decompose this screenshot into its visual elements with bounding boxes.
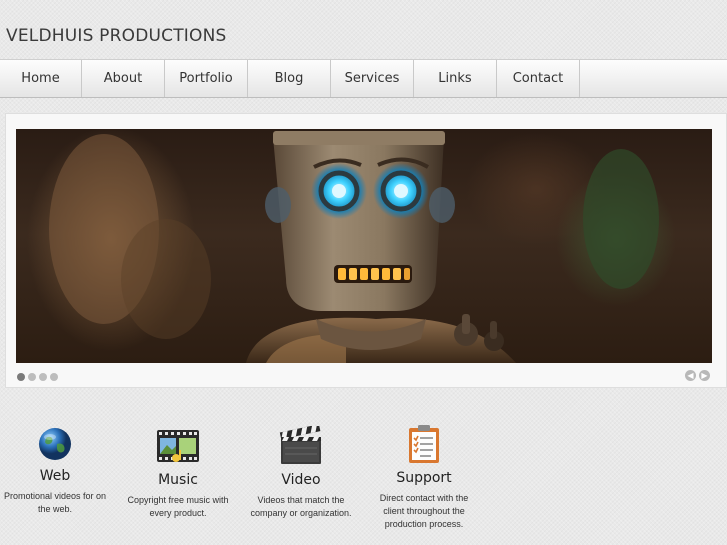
feature-video: Video Videos that match the company or o… <box>241 426 361 520</box>
feature-description: Copyright free music with every product. <box>127 495 229 518</box>
chevron-right-icon[interactable]: ▶ <box>699 370 710 381</box>
site-title: VELDHUIS PRODUCTIONS <box>6 26 227 46</box>
image-slider: ◀ ▶ <box>5 113 727 388</box>
nav-item-home[interactable]: Home <box>0 60 82 97</box>
main-nav: Home About Portfolio Blog Services Links… <box>0 59 727 98</box>
nav-item-about[interactable]: About <box>82 60 165 97</box>
feature-title: Web <box>39 468 71 484</box>
slider-pagination <box>17 373 58 381</box>
robot-illustration <box>49 131 659 363</box>
nav-item-links[interactable]: Links <box>414 60 497 97</box>
feature-support: Support Direct contact with the client t… <box>364 424 484 531</box>
chevron-left-icon[interactable]: ◀ <box>685 370 696 381</box>
nav-item-blog[interactable]: Blog <box>248 60 331 97</box>
clapperboard-icon <box>279 426 321 464</box>
nav-item-services[interactable]: Services <box>331 60 414 97</box>
feature-description: Direct contact with the client throughou… <box>379 493 469 529</box>
slider-dot[interactable] <box>39 373 47 381</box>
film-strip-icon <box>157 430 199 462</box>
slider-dot[interactable] <box>17 373 25 381</box>
feature-title: Support <box>396 470 452 486</box>
slider-dot[interactable] <box>28 373 36 381</box>
slider-dot[interactable] <box>50 373 58 381</box>
feature-description: Promotional videos for on the web. <box>3 491 107 514</box>
nav-item-contact[interactable]: Contact <box>497 60 580 97</box>
globe-icon <box>39 428 71 460</box>
clipboard-icon <box>409 425 439 463</box>
feature-music: Music Copyright free music with every pr… <box>118 428 238 520</box>
slide-image-robot[interactable] <box>16 129 712 363</box>
feature-web: Web Promotional videos for on the web. <box>0 426 115 516</box>
feature-title: Video <box>281 472 321 488</box>
feature-title: Music <box>158 472 198 488</box>
nav-item-portfolio[interactable]: Portfolio <box>165 60 248 97</box>
feature-description: Videos that match the company or organiz… <box>250 495 352 518</box>
